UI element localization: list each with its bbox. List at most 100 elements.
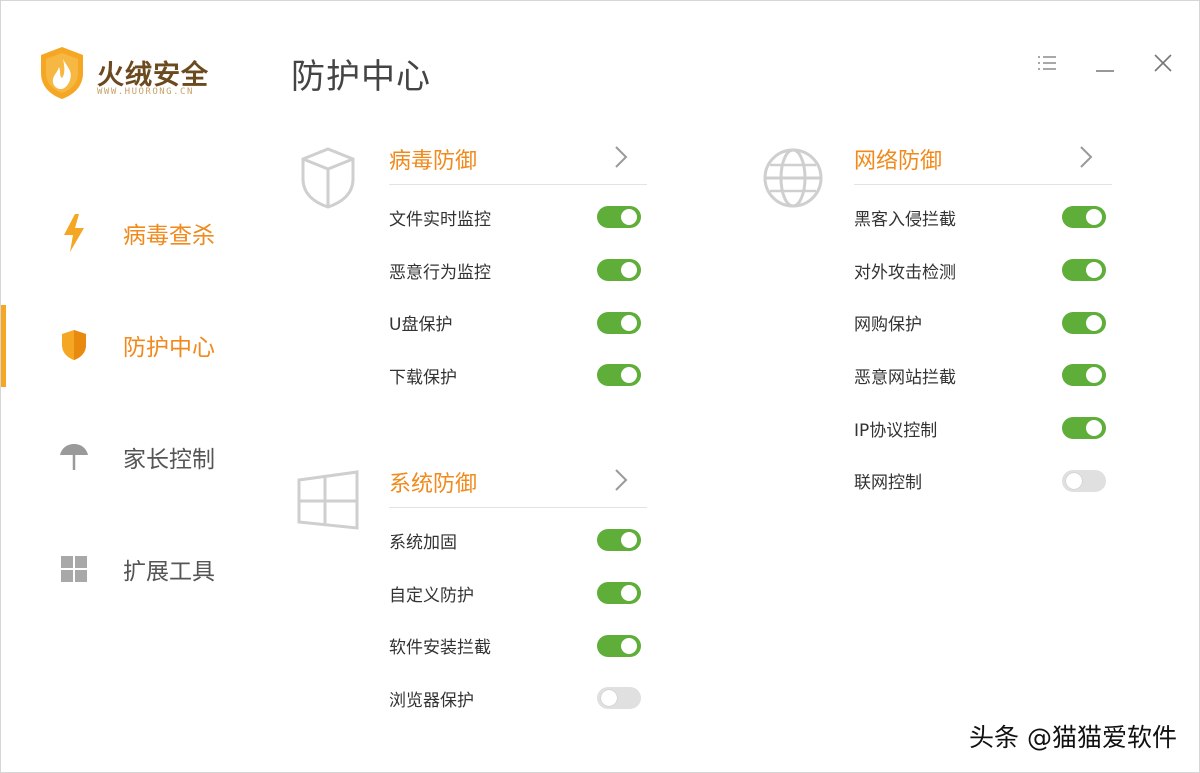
minimize-icon (1096, 70, 1114, 72)
setting-row: 下载保护 (389, 349, 647, 402)
toggle-knob (1066, 472, 1082, 489)
shield-icon (59, 330, 89, 360)
sidebar-item-label: 病毒查杀 (123, 223, 215, 249)
chevron-right-icon (615, 146, 628, 168)
setting-label: 软件安装拦截 (389, 638, 491, 659)
umbrella-icon (59, 442, 89, 472)
toggle-switch[interactable] (1062, 417, 1106, 440)
setting-label: 对外攻击检测 (854, 262, 956, 283)
setting-row: 联网控制 (854, 454, 1112, 507)
setting-row: 黑客入侵拦截 (854, 191, 1112, 244)
window-controls (1031, 47, 1179, 79)
menu-icon (1038, 56, 1056, 70)
globe-icon (763, 148, 823, 208)
toggle-switch[interactable] (597, 582, 641, 605)
section-system-defense: 系统防御 系统加固 自定义防护 软件安装拦截 浏览器保护 (297, 456, 647, 725)
settings-list: 黑客入侵拦截 对外攻击检测 网购保护 恶意网站拦截 IP协议控制 联网控制 (854, 185, 1112, 507)
watermark: 头条 @猫猫爱软件 (969, 723, 1177, 752)
sidebar-item-virus-scan[interactable]: 病毒查杀 (1, 177, 241, 289)
toggle-knob (621, 585, 637, 602)
toggle-switch[interactable] (597, 364, 641, 387)
section-title: 病毒防御 (389, 148, 478, 174)
setting-row: 恶意行为监控 (389, 244, 647, 297)
page-title: 防护中心 (291, 57, 431, 97)
toggle-knob (1086, 209, 1102, 226)
menu-button[interactable] (1031, 47, 1063, 79)
setting-label: 恶意行为监控 (389, 262, 491, 283)
toggle-knob (1086, 314, 1102, 331)
toggle-knob (621, 532, 637, 549)
close-icon (1154, 54, 1172, 72)
toggle-switch[interactable] (597, 529, 641, 552)
toggle-switch[interactable] (1062, 469, 1106, 492)
section-title: 网络防御 (854, 148, 943, 174)
setting-label: 文件实时监控 (389, 209, 491, 230)
section-header[interactable]: 系统防御 (389, 456, 647, 508)
toggle-switch[interactable] (597, 687, 641, 710)
sidebar-item-label: 防护中心 (123, 335, 215, 361)
toggle-knob (1086, 262, 1102, 279)
setting-row: 自定义防护 (389, 567, 647, 620)
brand-url: WWW.HUORONG.CN (97, 87, 194, 97)
setting-label: 黑客入侵拦截 (854, 209, 956, 230)
settings-list: 系统加固 自定义防护 软件安装拦截 浏览器保护 (389, 508, 647, 725)
toggle-switch[interactable] (1062, 364, 1106, 387)
toggle-knob (621, 314, 637, 331)
toggle-knob (1086, 367, 1102, 384)
setting-row: 软件安装拦截 (389, 619, 647, 672)
toggle-switch[interactable] (1062, 311, 1106, 334)
toggle-knob (621, 209, 637, 226)
toggle-switch[interactable] (1062, 206, 1106, 229)
sidebar: 病毒查杀 防护中心 家长控制 扩展工具 (1, 177, 241, 625)
sidebar-item-extension-tools[interactable]: 扩展工具 (1, 513, 241, 625)
setting-row: U盘保护 (389, 296, 647, 349)
setting-label: 浏览器保护 (389, 690, 474, 711)
shield-outline-icon (301, 147, 355, 209)
toggle-switch[interactable] (597, 634, 641, 657)
toggle-knob (621, 262, 637, 279)
settings-list: 文件实时监控 恶意行为监控 U盘保护 下载保护 (389, 185, 647, 402)
setting-row: 对外攻击检测 (854, 244, 1112, 297)
setting-label: U盘保护 (389, 315, 453, 336)
setting-label: 自定义防护 (389, 585, 474, 606)
sidebar-item-label: 扩展工具 (123, 559, 215, 585)
setting-row: IP协议控制 (854, 402, 1112, 455)
toggle-knob (601, 690, 617, 707)
toggle-switch[interactable] (597, 206, 641, 229)
section-virus-defense: 病毒防御 文件实时监控 恶意行为监控 U盘保护 下载保护 (301, 133, 647, 402)
minimize-button[interactable] (1089, 47, 1121, 79)
sidebar-item-label: 家长控制 (123, 447, 215, 473)
brand: 火绒安全 WWW.HUORONG.CN (37, 45, 237, 105)
toggle-switch[interactable] (597, 259, 641, 282)
toggle-knob (621, 637, 637, 654)
section-title: 系统防御 (389, 471, 478, 497)
setting-label: 下载保护 (389, 367, 457, 388)
toggle-knob (1086, 420, 1102, 437)
toggle-switch[interactable] (1062, 259, 1106, 282)
setting-label: 联网控制 (854, 473, 922, 494)
windows-icon (297, 470, 359, 530)
setting-label: 系统加固 (389, 532, 457, 553)
chevron-right-icon (615, 469, 628, 491)
toggle-switch[interactable] (597, 311, 641, 334)
setting-row: 系统加固 (389, 514, 647, 567)
section-header[interactable]: 网络防御 (854, 133, 1112, 185)
setting-row: 网购保护 (854, 296, 1112, 349)
setting-row: 恶意网站拦截 (854, 349, 1112, 402)
setting-label: 网购保护 (854, 315, 922, 336)
sidebar-item-protection-center[interactable]: 防护中心 (1, 289, 241, 401)
app-window: 火绒安全 WWW.HUORONG.CN 防护中心 病毒查杀 防护中心 家长控制 … (0, 0, 1200, 773)
close-button[interactable] (1147, 47, 1179, 79)
setting-label: 恶意网站拦截 (854, 367, 956, 388)
chevron-right-icon (1080, 146, 1093, 168)
section-header[interactable]: 病毒防御 (389, 133, 647, 185)
section-network-defense: 网络防御 黑客入侵拦截 对外攻击检测 网购保护 恶意网站拦截 IP协议控制 联网… (763, 133, 1112, 507)
sidebar-item-parental-control[interactable]: 家长控制 (1, 401, 241, 513)
setting-row: 文件实时监控 (389, 191, 647, 244)
toggle-knob (621, 367, 637, 384)
huorong-logo-icon (41, 47, 83, 99)
grid-icon (59, 554, 89, 584)
lightning-icon (59, 214, 89, 252)
setting-label: IP协议控制 (854, 420, 938, 441)
setting-row: 浏览器保护 (389, 672, 647, 725)
